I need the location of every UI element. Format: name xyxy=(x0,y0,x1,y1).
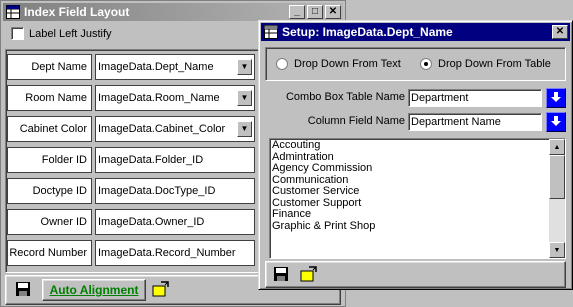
setup-save-button[interactable] xyxy=(270,264,292,286)
arrow-down-icon xyxy=(550,115,562,130)
setup-close-button[interactable]: ✕ xyxy=(552,25,568,39)
setup-dialog-titlebar[interactable]: Setup: ImageData.Dept_Name ✕ xyxy=(261,23,570,41)
maximize-icon: □ xyxy=(311,6,319,17)
radio-text-label: Drop Down From Text xyxy=(294,58,401,70)
save-icon xyxy=(273,266,289,285)
radio-text-circle[interactable] xyxy=(276,58,288,70)
field-value: ImageData.Owner_ID xyxy=(98,216,205,228)
arrow-down-icon xyxy=(550,91,562,106)
chevron-down-icon: ▼ xyxy=(240,62,249,71)
department-listbox[interactable]: Accouting Admintration Agency Commission Co… xyxy=(269,138,566,259)
scroll-down-button[interactable]: ▼ xyxy=(549,242,565,258)
field-label[interactable]: Folder ID xyxy=(7,147,92,173)
list-item[interactable]: Graphic & Print Shop xyxy=(272,220,547,233)
listbox-scrollbar[interactable]: ▲ ▼ xyxy=(549,139,565,258)
field-input[interactable]: ImageData.DocType_ID xyxy=(95,178,255,204)
exit-icon xyxy=(300,265,318,285)
chevron-down-icon: ▼ xyxy=(240,124,249,133)
radio-table-circle[interactable] xyxy=(420,58,432,70)
chevron-down-icon: ▼ xyxy=(240,93,249,102)
field-input[interactable]: ImageData.Record_Number xyxy=(95,240,255,266)
listbox-items: Accouting Admintration Agency Commission Co… xyxy=(272,139,547,233)
combo-table-lookup-button[interactable] xyxy=(546,88,566,108)
list-item[interactable]: Accouting xyxy=(272,139,547,152)
field-label[interactable]: Owner ID xyxy=(7,209,92,235)
column-field-name-label: Column Field Name xyxy=(307,115,405,127)
field-combo[interactable]: ImageData.Dept_Name ▼ xyxy=(95,54,255,80)
field-input[interactable]: ImageData.Folder_ID xyxy=(95,147,255,173)
field-value: ImageData.Folder_ID xyxy=(98,154,204,166)
save-button[interactable] xyxy=(12,279,34,301)
field-value: ImageData.DocType_ID xyxy=(98,185,216,197)
setup-toolbar xyxy=(265,261,566,288)
label-left-justify-checkbox-row[interactable]: Label Left Justify xyxy=(11,27,112,40)
field-input[interactable]: ImageData.Owner_ID xyxy=(95,209,255,235)
scroll-up-button[interactable]: ▲ xyxy=(549,139,565,155)
combo-table-name-input[interactable]: Department xyxy=(408,89,542,107)
dropdown-arrow-button[interactable]: ▼ xyxy=(237,90,252,106)
radio-selected-dot xyxy=(424,62,428,66)
field-label[interactable]: Room Name xyxy=(7,85,92,111)
column-field-lookup-button[interactable] xyxy=(546,112,566,132)
dropdown-arrow-button[interactable]: ▼ xyxy=(237,121,252,137)
field-label[interactable]: Dept Name xyxy=(7,54,92,80)
setup-dialog: Setup: ImageData.Dept_Name ✕ Drop Down F… xyxy=(258,20,573,290)
radio-table-label: Drop Down From Table xyxy=(438,58,551,70)
field-label[interactable]: Doctype ID xyxy=(7,178,92,204)
field-value: ImageData.Record_Number xyxy=(98,247,236,259)
combo-table-name-label: Combo Box Table Name xyxy=(285,91,405,103)
auto-alignment-button[interactable]: Auto Alignment xyxy=(42,279,146,301)
index-window-titlebar[interactable]: Index Field Layout _ □ ✕ xyxy=(3,3,343,21)
save-icon xyxy=(15,281,31,300)
index-window-title: Index Field Layout xyxy=(24,5,130,19)
field-label[interactable]: Record Number xyxy=(7,240,92,266)
list-item[interactable]: Customer Service xyxy=(272,185,547,198)
list-item[interactable]: Agency Commission xyxy=(272,162,547,175)
dropdown-source-group: Drop Down From Text Drop Down From Table xyxy=(265,47,566,81)
close-button[interactable]: ✕ xyxy=(325,5,341,19)
exit-button[interactable] xyxy=(150,279,172,301)
close-icon: ✕ xyxy=(328,6,338,17)
grid-icon xyxy=(264,25,278,39)
exit-icon xyxy=(152,280,170,300)
field-value: ImageData.Cabinet_Color xyxy=(98,123,226,135)
grid-icon xyxy=(6,5,20,19)
setup-dialog-title: Setup: ImageData.Dept_Name xyxy=(282,25,453,39)
scroll-thumb[interactable] xyxy=(549,155,565,199)
field-value: ImageData.Dept_Name xyxy=(98,61,214,73)
label-left-justify-label: Label Left Justify xyxy=(29,27,112,40)
dropdown-arrow-button[interactable]: ▼ xyxy=(237,59,252,75)
field-combo[interactable]: ImageData.Room_Name ▼ xyxy=(95,85,255,111)
column-field-name-input[interactable]: Department Name xyxy=(408,113,542,131)
field-label[interactable]: Cabinet Color xyxy=(7,116,92,142)
label-left-justify-checkbox[interactable] xyxy=(11,27,24,40)
auto-alignment-label: Auto Alignment xyxy=(49,283,139,297)
scroll-down-icon: ▼ xyxy=(553,246,561,254)
close-icon: ✕ xyxy=(555,26,565,37)
scroll-up-icon: ▲ xyxy=(553,143,561,151)
list-item[interactable]: Customer Support xyxy=(272,197,547,210)
radio-drop-down-from-table[interactable]: Drop Down From Table xyxy=(420,58,551,70)
radio-drop-down-from-text[interactable]: Drop Down From Text xyxy=(276,58,401,70)
field-combo[interactable]: ImageData.Cabinet_Color ▼ xyxy=(95,116,255,142)
field-value: ImageData.Room_Name xyxy=(98,92,220,104)
list-item[interactable]: Finance xyxy=(272,208,547,221)
setup-exit-button[interactable] xyxy=(298,264,320,286)
maximize-button[interactable]: □ xyxy=(307,5,323,19)
minimize-button[interactable]: _ xyxy=(289,5,305,19)
minimize-icon: _ xyxy=(294,6,300,17)
